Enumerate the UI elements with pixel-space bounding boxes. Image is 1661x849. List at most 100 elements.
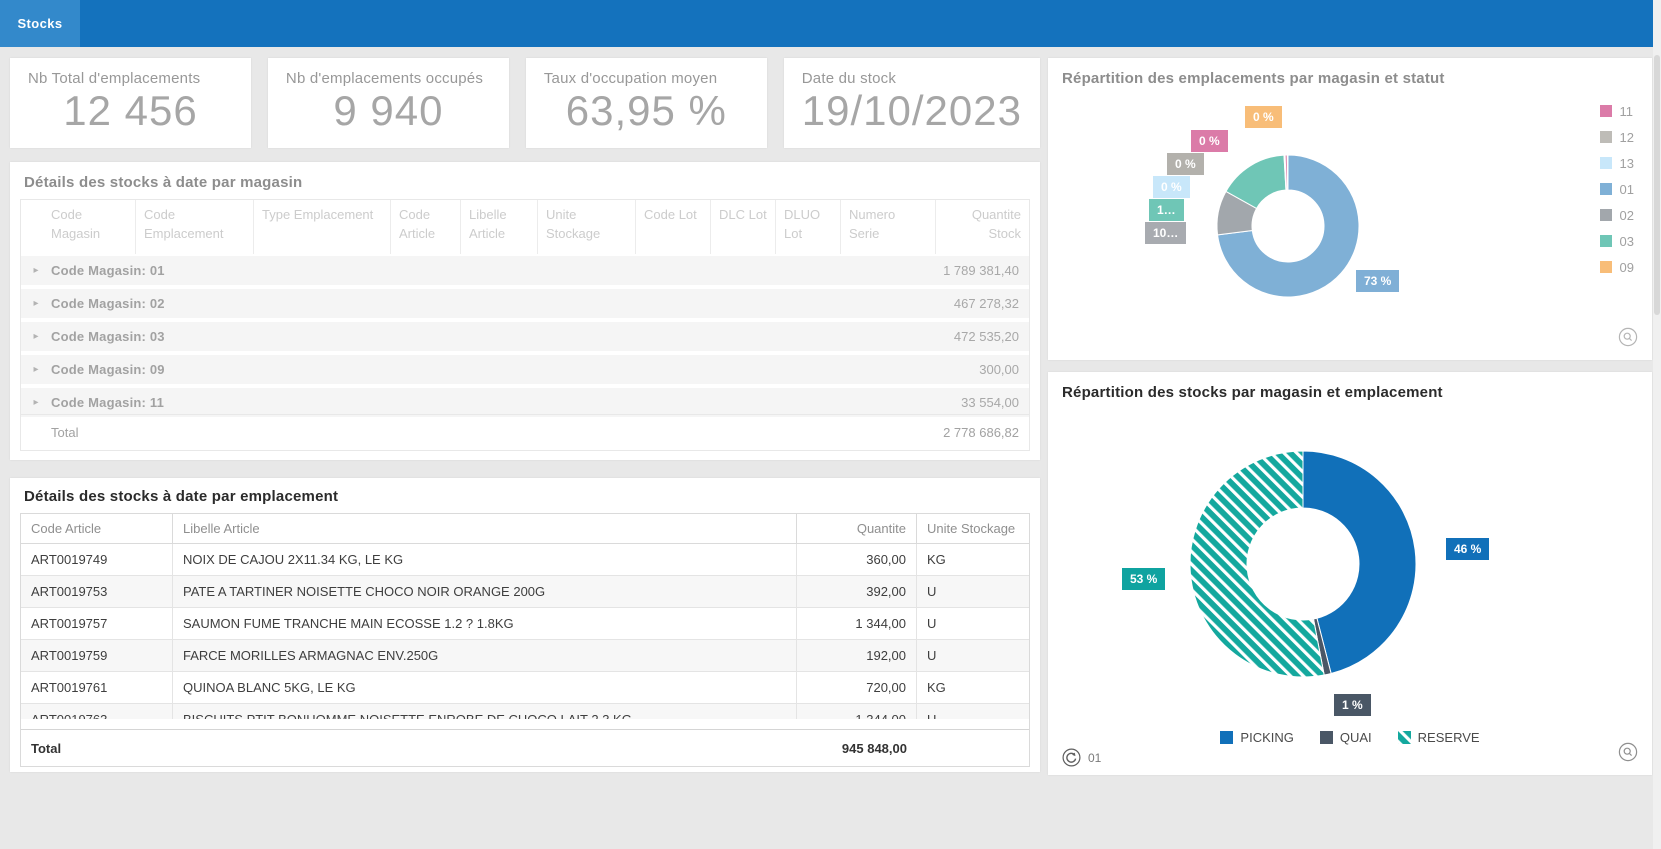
legend-chip	[1600, 235, 1612, 247]
column-header[interactable]: Libelle Article	[461, 200, 538, 254]
chart-stocks-par-magasin: Répartition des stocks par magasin et em…	[1048, 372, 1652, 775]
table-row[interactable]: ▸Code Magasin: 02467 278,32	[21, 289, 1029, 318]
legend-item[interactable]: 02	[1600, 202, 1634, 228]
table-row[interactable]: ART0019757SAUMON FUME TRANCHE MAIN ECOSS…	[21, 608, 1029, 640]
cell-libelle-article: NOIX DE CAJOU 2X11.34 KG, LE KG	[173, 544, 797, 576]
legend-item[interactable]: 01	[1600, 176, 1634, 202]
column-header[interactable]: Code Emplacement	[136, 200, 254, 254]
row-value: 1 789 381,40	[859, 263, 1029, 278]
focus-mode-icon[interactable]	[1618, 742, 1638, 767]
data-label: 46 %	[1446, 538, 1489, 560]
legend-label: 09	[1620, 260, 1634, 275]
column-header[interactable]: Code Lot	[636, 200, 711, 254]
emplacement-table-header: Code ArticleLibelle ArticleQuantiteUnite…	[21, 514, 1029, 544]
column-header[interactable]: Code Article	[391, 200, 461, 254]
drill-level-label: 01	[1088, 751, 1101, 765]
data-label: 1…	[1149, 199, 1184, 221]
legend-chip	[1600, 209, 1612, 221]
data-label: 0 %	[1245, 106, 1282, 128]
kpi-value: 19/10/2023	[802, 87, 1022, 135]
column-header[interactable]: Quantite Stock	[936, 200, 1029, 254]
cell-quantite: 360,00	[797, 544, 917, 576]
legend-label: 11	[1620, 104, 1634, 119]
table-row[interactable]: ART0019759FARCE MORILLES ARMAGNAC ENV.25…	[21, 640, 1029, 672]
legend-label: QUAI	[1340, 730, 1372, 745]
emplacement-table-total-row: Total 945 848,00	[21, 729, 1029, 766]
table-row[interactable]: ART0019749NOIX DE CAJOU 2X11.34 KG, LE K…	[21, 544, 1029, 576]
column-header[interactable]: Numero Serie	[841, 200, 936, 254]
left-column: Nb Total d'emplacements12 456Nb d'emplac…	[10, 58, 1040, 772]
drill-up-area: 01	[1062, 748, 1101, 767]
column-header[interactable]: Code Magasin	[21, 200, 136, 254]
legend-label: 01	[1620, 182, 1634, 197]
cell-code-article: ART0019761	[21, 672, 173, 704]
column-header[interactable]: Quantite	[797, 514, 917, 544]
legend-chip	[1600, 105, 1612, 117]
drill-up-icon[interactable]	[1062, 748, 1081, 767]
cell-unite-stockage: KG	[917, 544, 1029, 576]
legend-item[interactable]: 09	[1600, 254, 1634, 280]
expand-icon[interactable]: ▸	[21, 298, 51, 309]
legend-item[interactable]: RESERVE	[1398, 730, 1480, 745]
column-header[interactable]: DLC Lot	[711, 200, 776, 254]
focus-mode-icon[interactable]	[1618, 327, 1638, 352]
table-row[interactable]: ▸Code Magasin: 03472 535,20	[21, 322, 1029, 351]
table-row[interactable]: ART0019761QUINOA BLANC 5KG, LE KG720,00K…	[21, 672, 1029, 704]
legend-chip	[1398, 731, 1411, 744]
table-row[interactable]: ART0019753PATE A TARTINER NOISETTE CHOCO…	[21, 576, 1029, 608]
total-label: Total	[51, 425, 859, 440]
cell-code-article: ART0019757	[21, 608, 173, 640]
table-row[interactable]: ART0019763BISCUITS PTIT BONHOMME NOISETT…	[21, 704, 1029, 719]
kpi-title: Nb d'emplacements occupés	[286, 70, 491, 87]
expand-icon[interactable]: ▸	[21, 265, 51, 276]
total-label: Total	[21, 741, 173, 756]
column-header[interactable]: Type Emplacement	[254, 200, 391, 254]
column-header[interactable]: Code Article	[21, 514, 173, 544]
column-header[interactable]: DLUO Lot	[776, 200, 841, 254]
column-header[interactable]: Libelle Article	[173, 514, 797, 544]
scrollbar-thumb[interactable]	[1654, 55, 1660, 315]
vertical-scrollbar	[1653, 0, 1661, 849]
table-row[interactable]: ▸Code Magasin: 011 789 381,40	[21, 256, 1029, 285]
column-header[interactable]: Unite Stockage	[917, 514, 1029, 544]
column-header[interactable]: Unite Stockage	[538, 200, 636, 254]
magasin-table-header: Code MagasinCode EmplacementType Emplace…	[21, 200, 1029, 254]
legend-item[interactable]: 12	[1600, 124, 1634, 150]
legend-item[interactable]: QUAI	[1320, 730, 1372, 745]
emplacement-table-title: Détails des stocks à date par emplacemen…	[20, 486, 1030, 513]
kpi-value: 63,95 %	[544, 87, 749, 135]
cell-code-article: ART0019759	[21, 640, 173, 672]
cell-quantite: 192,00	[797, 640, 917, 672]
legend-chip	[1600, 261, 1612, 273]
legend-chip	[1600, 157, 1612, 169]
legend-label: RESERVE	[1418, 730, 1480, 745]
row-label: Code Magasin: 02	[51, 296, 859, 311]
chart-legend: 11 12 13 01 0203 09	[1600, 98, 1634, 280]
cell-unite-stockage: U	[917, 576, 1029, 608]
tab-stocks[interactable]: Stocks	[0, 0, 80, 47]
expand-icon[interactable]: ▸	[21, 397, 51, 408]
kpi-card: Nb d'emplacements occupés9 940	[268, 58, 509, 148]
row-value: 472 535,20	[859, 329, 1029, 344]
legend-label: 13	[1620, 156, 1634, 171]
cell-code-article: ART0019753	[21, 576, 173, 608]
cell-quantite: 1 344,00	[797, 704, 917, 719]
data-label: 10…	[1145, 222, 1186, 244]
kpi-value: 9 940	[286, 87, 491, 135]
legend-item[interactable]: 11	[1600, 98, 1634, 124]
legend-item[interactable]: PICKING	[1220, 730, 1293, 745]
donut-slice-09[interactable]	[1287, 155, 1288, 190]
legend-item[interactable]: 13	[1600, 150, 1634, 176]
legend-item[interactable]: 03	[1600, 228, 1634, 254]
table-row[interactable]: ▸Code Magasin: 09300,00	[21, 355, 1029, 384]
cell-libelle-article: PATE A TARTINER NOISETTE CHOCO NOIR ORAN…	[173, 576, 797, 608]
table-row[interactable]: ▸Code Magasin: 1133 554,00	[21, 388, 1029, 417]
expand-icon[interactable]: ▸	[21, 331, 51, 342]
cell-libelle-article: BISCUITS PTIT BONHOMME NOISETTE ENROBE D…	[173, 704, 797, 719]
expand-icon[interactable]: ▸	[21, 364, 51, 375]
row-value: 467 278,32	[859, 296, 1029, 311]
data-label: 0 %	[1167, 153, 1204, 175]
cell-quantite: 1 344,00	[797, 608, 917, 640]
row-label: Code Magasin: 03	[51, 329, 859, 344]
cell-unite-stockage: KG	[917, 672, 1029, 704]
